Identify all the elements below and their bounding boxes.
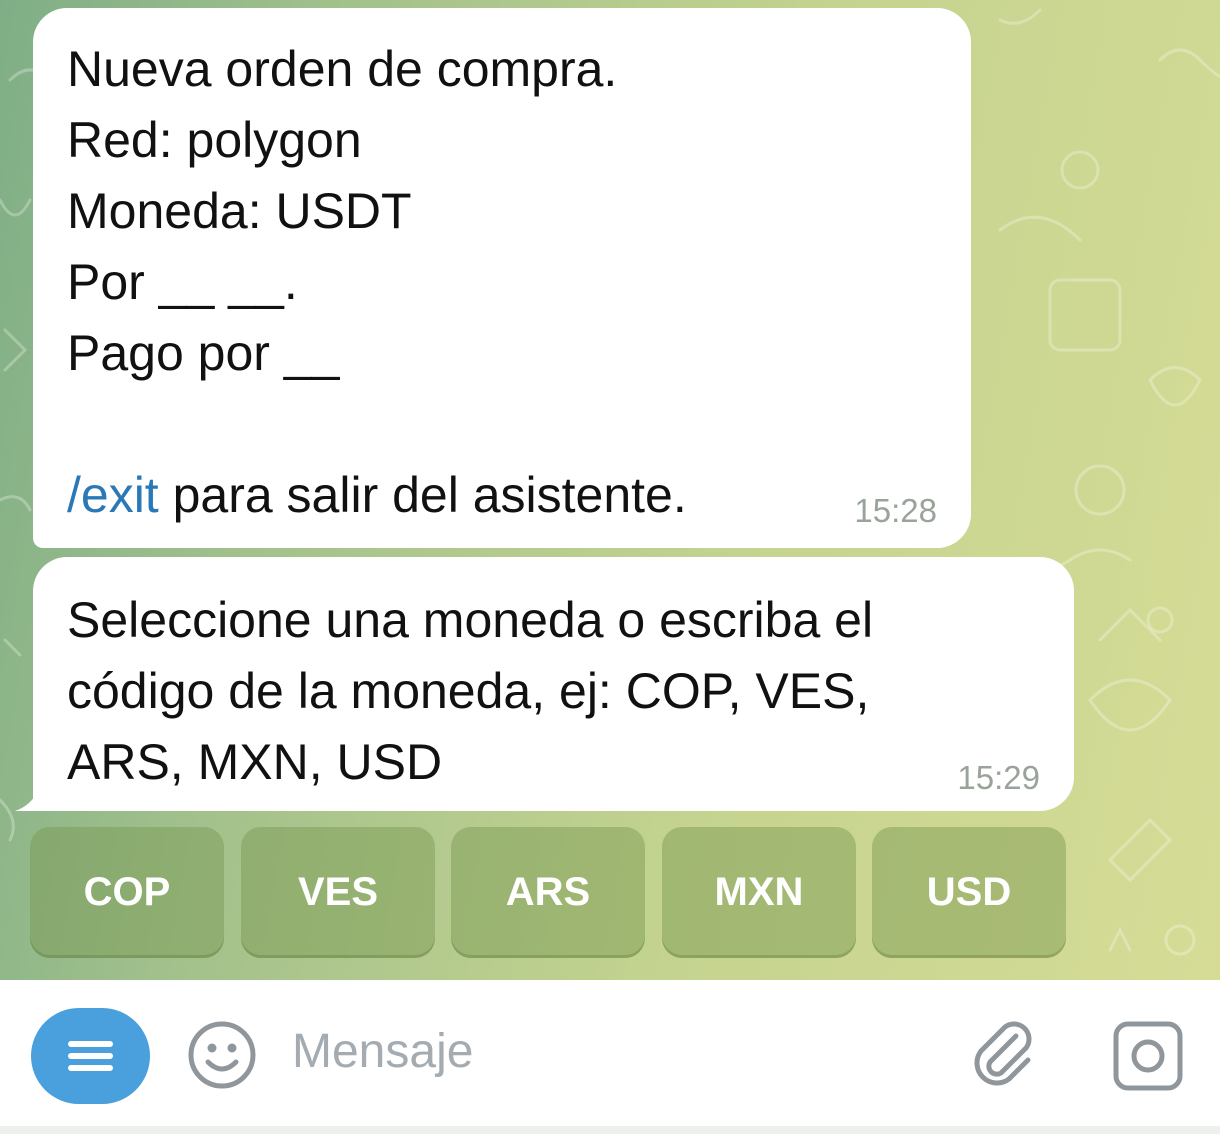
message-line: código de la moneda, ej: COP, VES, xyxy=(67,663,870,719)
message-line: Red: polygon xyxy=(67,112,362,168)
currency-button-ves[interactable]: VES xyxy=(241,827,435,958)
message-timestamp: 15:28 xyxy=(854,492,937,529)
message-line: Pago por __ xyxy=(67,325,340,381)
chat-background: Nueva orden de compra. Red: polygon Mone… xyxy=(0,0,1220,980)
command-description: para salir del asistente. xyxy=(158,467,687,523)
message-line: Moneda: USDT xyxy=(67,183,412,239)
currency-button-usd[interactable]: USD xyxy=(872,827,1066,958)
currency-button-ars[interactable]: ARS xyxy=(451,827,645,958)
message-bubble: Seleccione una moneda o escriba el códig… xyxy=(15,557,1074,811)
message-line: Seleccione una moneda o escriba el xyxy=(67,592,874,648)
currency-button-mxn[interactable]: MXN xyxy=(662,827,856,958)
message-line: Por __ __. xyxy=(67,254,298,310)
currency-button-cop[interactable]: COP xyxy=(30,827,224,958)
bottom-edge xyxy=(0,1126,1220,1134)
bot-menu-button[interactable] xyxy=(31,1008,150,1104)
message-line: /exit para salir del asistente. xyxy=(67,460,937,531)
message-line: ARS, MXN, USD xyxy=(67,734,443,790)
camera-icon[interactable] xyxy=(1112,1020,1184,1092)
message-bubble: Nueva orden de compra. Red: polygon Mone… xyxy=(33,8,971,548)
emoji-icon[interactable] xyxy=(187,1020,257,1090)
message-input[interactable]: Mensaje xyxy=(292,1022,473,1082)
message-line: Nueva orden de compra. xyxy=(67,41,618,97)
bubble-tail xyxy=(15,785,41,811)
inline-keyboard: COP VES ARS MXN USD xyxy=(30,827,1067,958)
attach-icon[interactable] xyxy=(970,1018,1040,1090)
message-timestamp: 15:29 xyxy=(957,759,1040,796)
exit-command-link[interactable]: /exit xyxy=(67,467,159,523)
